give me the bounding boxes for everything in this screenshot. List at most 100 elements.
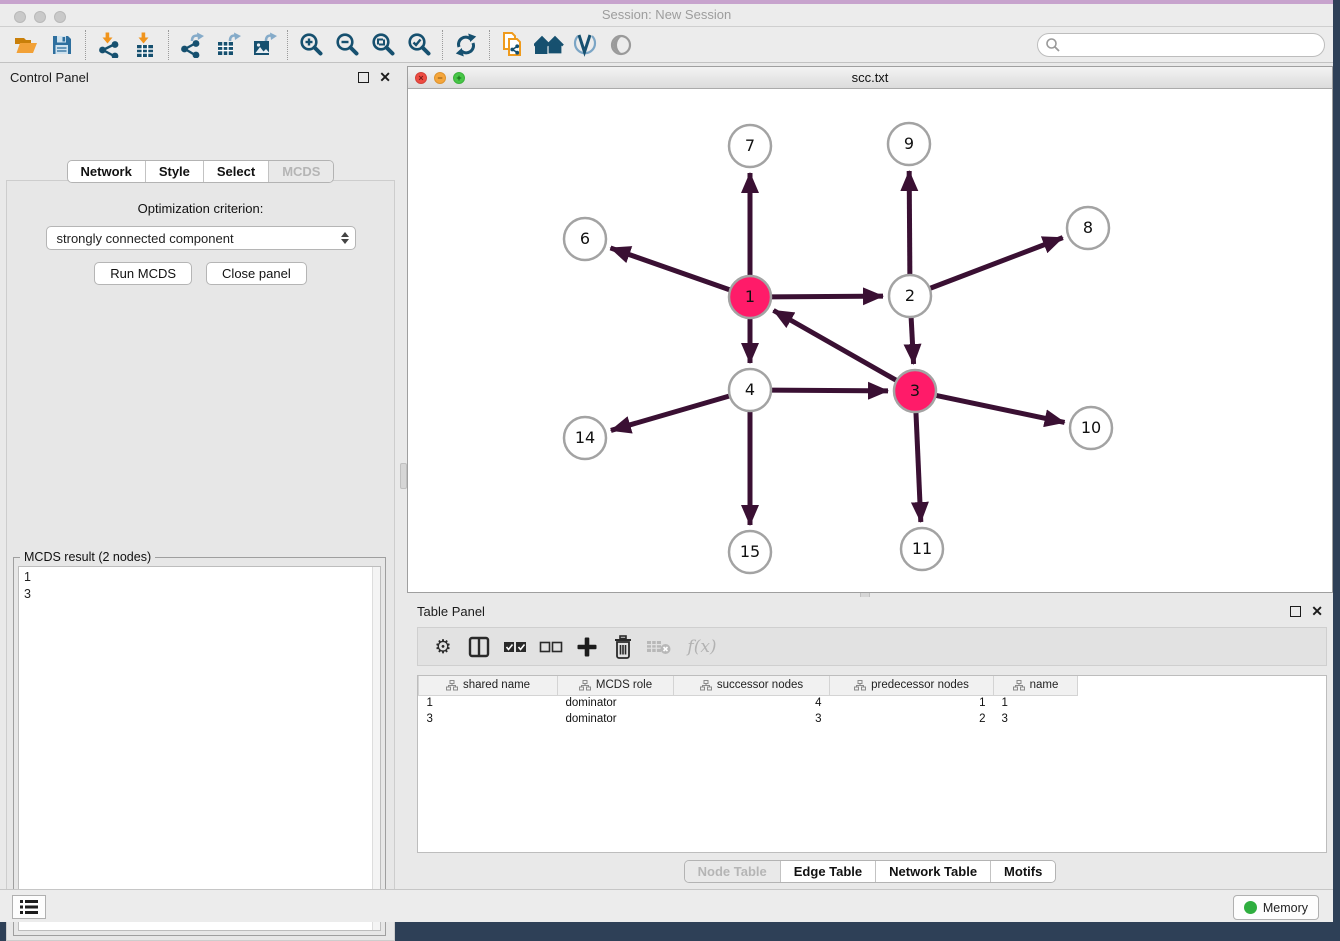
tab-network[interactable]: Network: [68, 161, 145, 182]
network-minimize-button[interactable]: −: [434, 72, 446, 84]
table-settings-button[interactable]: ⚙: [428, 632, 458, 662]
graph-edge-2-8[interactable]: [930, 238, 1063, 289]
table-cell[interactable]: 2: [830, 711, 994, 727]
table-cell[interactable]: 3: [674, 711, 830, 727]
window-title: Session: New Session: [0, 4, 1333, 26]
search-input[interactable]: [1061, 35, 1324, 55]
table-row[interactable]: 3dominator323: [419, 711, 1078, 727]
zoom-out-button[interactable]: [329, 29, 365, 61]
table-cell[interactable]: dominator: [558, 695, 674, 711]
table-cell[interactable]: dominator: [558, 711, 674, 727]
table-cell[interactable]: 1: [830, 695, 994, 711]
column-header-successor-nodes[interactable]: successor nodes: [674, 676, 830, 695]
vizmapper-button[interactable]: [567, 29, 603, 61]
tab-mcds[interactable]: MCDS: [268, 161, 333, 182]
graph-node-2[interactable]: 2: [889, 275, 931, 317]
save-session-button[interactable]: [44, 29, 80, 61]
delete-columns-button[interactable]: [608, 632, 638, 662]
function-builder-button[interactable]: f(x): [680, 632, 724, 662]
graph-node-11[interactable]: 11: [901, 528, 943, 570]
close-panel-button[interactable]: Close panel: [206, 262, 307, 285]
close-window-button[interactable]: [14, 11, 26, 23]
node-table[interactable]: shared nameMCDS rolesuccessor nodesprede…: [417, 675, 1327, 853]
tab-style[interactable]: Style: [145, 161, 203, 182]
memory-button[interactable]: Memory: [1233, 895, 1319, 920]
column-header-shared-name[interactable]: shared name: [419, 676, 558, 695]
network-graph[interactable]: 7 9 6 8 1 2 4 3 14 10 15 11: [408, 90, 1332, 592]
graph-edge-3-11[interactable]: [916, 412, 921, 522]
hide-panel-button[interactable]: [603, 29, 639, 61]
tab-motifs[interactable]: Motifs: [990, 861, 1055, 882]
graph-edge-4-14[interactable]: [611, 396, 730, 431]
graph-node-10[interactable]: 10: [1070, 407, 1112, 449]
toggle-panes-button[interactable]: [464, 632, 494, 662]
graph-edge-3-10[interactable]: [936, 395, 1065, 422]
add-column-button[interactable]: [572, 632, 602, 662]
optimization-criterion-select[interactable]: strongly connected component: [46, 226, 356, 250]
table-cell[interactable]: 1: [994, 695, 1078, 711]
import-network-icon: [97, 32, 121, 58]
unselect-all-columns-button[interactable]: [536, 632, 566, 662]
list-icon: [19, 899, 39, 915]
graph-edge-1-2[interactable]: [771, 296, 883, 297]
table-cell[interactable]: 1: [419, 695, 558, 711]
close-table-panel-icon[interactable]: ✕: [1311, 606, 1323, 617]
column-header-predecessor-nodes[interactable]: predecessor nodes: [830, 676, 994, 695]
tab-network-table[interactable]: Network Table: [875, 861, 990, 882]
zoom-selected-button[interactable]: [401, 29, 437, 61]
network-close-button[interactable]: ×: [415, 72, 427, 84]
graph-node-15[interactable]: 15: [729, 531, 771, 573]
refresh-network-button[interactable]: [448, 29, 484, 61]
network-canvas[interactable]: 7 9 6 8 1 2 4 3 14 10 15 11: [408, 90, 1332, 592]
open-session-button[interactable]: [8, 29, 44, 61]
run-mcds-button[interactable]: Run MCDS: [94, 262, 192, 285]
graph-node-4[interactable]: 4: [729, 369, 771, 411]
maximize-window-button[interactable]: [54, 11, 66, 23]
table-cell[interactable]: 3: [419, 711, 558, 727]
graph-node-1[interactable]: 1: [729, 276, 771, 318]
float-panel-icon[interactable]: [358, 72, 369, 83]
zoom-fit-button[interactable]: [365, 29, 401, 61]
column-header-name[interactable]: name: [994, 676, 1078, 695]
tab-select[interactable]: Select: [203, 161, 268, 182]
graph-edge-2-9[interactable]: [909, 171, 910, 275]
graph-edge-2-3[interactable]: [911, 317, 913, 364]
network-window-title: scc.txt: [408, 67, 1332, 88]
graph-node-14[interactable]: 14: [564, 417, 606, 459]
graph-node-3[interactable]: 3: [894, 370, 936, 412]
graph-edge-3-1[interactable]: [773, 310, 896, 380]
minimize-window-button[interactable]: [34, 11, 46, 23]
zoom-in-button[interactable]: [293, 29, 329, 61]
graph-node-9[interactable]: 9: [888, 123, 930, 165]
float-table-panel-icon[interactable]: [1290, 606, 1301, 617]
duplicate-network-button[interactable]: [495, 29, 531, 61]
graph-node-7[interactable]: 7: [729, 125, 771, 167]
export-table-button[interactable]: [210, 29, 246, 61]
network-window-titlebar[interactable]: × − + scc.txt: [408, 67, 1332, 89]
apply-layout-button[interactable]: [531, 29, 567, 61]
export-image-button[interactable]: [246, 29, 282, 61]
close-panel-icon[interactable]: ✕: [379, 72, 391, 83]
table-cell[interactable]: 3: [994, 711, 1078, 727]
column-header-MCDS-role[interactable]: MCDS role: [558, 676, 674, 695]
table-row[interactable]: 1dominator411: [419, 695, 1078, 711]
graph-node-8[interactable]: 8: [1067, 207, 1109, 249]
tab-node-table[interactable]: Node Table: [685, 861, 780, 882]
task-history-button[interactable]: [12, 895, 46, 919]
table-cell[interactable]: 4: [674, 695, 830, 711]
search-box[interactable]: [1037, 33, 1325, 57]
network-maximize-button[interactable]: +: [453, 72, 465, 84]
result-scrollbar[interactable]: [372, 567, 380, 930]
mcds-result-text[interactable]: 1 3: [18, 566, 381, 931]
toolbar-separator: [85, 30, 86, 60]
graph-edge-1-6[interactable]: [610, 248, 730, 290]
graph-edge-4-3[interactable]: [771, 390, 888, 391]
select-all-columns-button[interactable]: [500, 632, 530, 662]
import-table-button[interactable]: [127, 29, 163, 61]
graph-node-6[interactable]: 6: [564, 218, 606, 260]
delete-table-button[interactable]: [644, 632, 674, 662]
tab-edge-table[interactable]: Edge Table: [780, 861, 875, 882]
export-network-button[interactable]: [174, 29, 210, 61]
import-network-button[interactable]: [91, 29, 127, 61]
vertical-splitter-handle[interactable]: [400, 463, 407, 489]
